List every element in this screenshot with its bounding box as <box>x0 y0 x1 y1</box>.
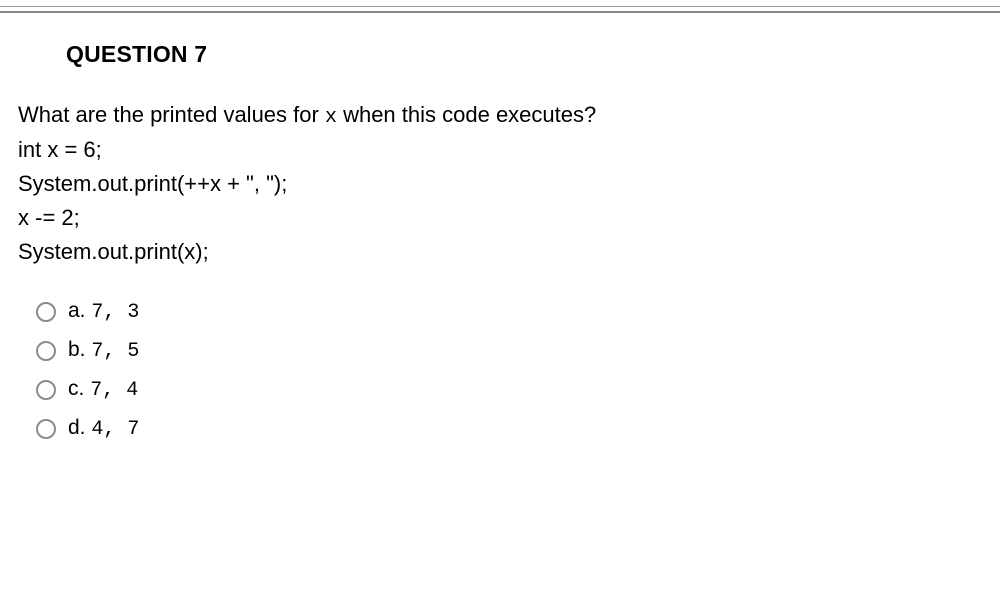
option-b[interactable]: b. 7, 5 <box>36 338 982 363</box>
code-line-3: x -= 2; <box>18 201 982 235</box>
option-c-label: c. 7, 4 <box>68 377 138 402</box>
option-a-letter: a. <box>68 299 86 322</box>
radio-d[interactable] <box>36 419 56 439</box>
prompt-line: What are the printed values for x when t… <box>18 98 982 133</box>
question-container: QUESTION 7 What are the printed values f… <box>0 13 1000 441</box>
radio-a[interactable] <box>36 302 56 322</box>
option-d-label: d. 4, 7 <box>68 416 139 441</box>
option-d-letter: d. <box>68 416 86 439</box>
option-b-value: 7, 5 <box>91 340 139 363</box>
option-b-letter: b. <box>68 338 86 361</box>
prompt-prefix: What are the printed values for <box>18 102 325 127</box>
option-c-value: 7, 4 <box>90 379 138 402</box>
question-title: QUESTION 7 <box>66 41 982 68</box>
option-a-value: 7, 3 <box>91 301 139 324</box>
code-line-1: int x = 6; <box>18 133 982 167</box>
question-body: What are the printed values for x when t… <box>18 98 982 269</box>
radio-b[interactable] <box>36 341 56 361</box>
option-d-value: 4, 7 <box>91 418 139 441</box>
option-a[interactable]: a. 7, 3 <box>36 299 982 324</box>
option-a-label: a. 7, 3 <box>68 299 139 324</box>
radio-c[interactable] <box>36 380 56 400</box>
option-d[interactable]: d. 4, 7 <box>36 416 982 441</box>
code-line-2: System.out.print(++x + ", "); <box>18 167 982 201</box>
option-b-label: b. 7, 5 <box>68 338 139 363</box>
code-line-4: System.out.print(x); <box>18 235 982 269</box>
options-list: a. 7, 3 b. 7, 5 c. 7, 4 d. 4, 7 <box>36 299 982 441</box>
top-rule <box>0 6 1000 7</box>
option-c[interactable]: c. 7, 4 <box>36 377 982 402</box>
prompt-var: x <box>325 106 337 129</box>
option-c-letter: c. <box>68 377 84 400</box>
prompt-suffix: when this code executes? <box>337 102 596 127</box>
